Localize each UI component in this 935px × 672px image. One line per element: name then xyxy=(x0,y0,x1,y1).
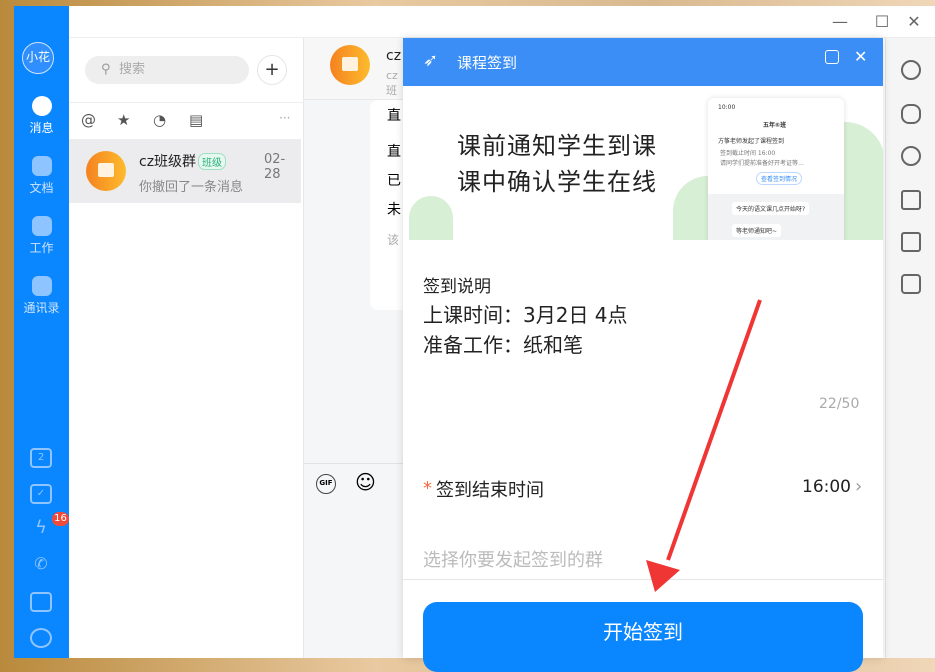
arrow-shaft xyxy=(666,299,762,561)
arrow-head xyxy=(646,560,680,592)
annotation-arrow xyxy=(646,299,762,592)
